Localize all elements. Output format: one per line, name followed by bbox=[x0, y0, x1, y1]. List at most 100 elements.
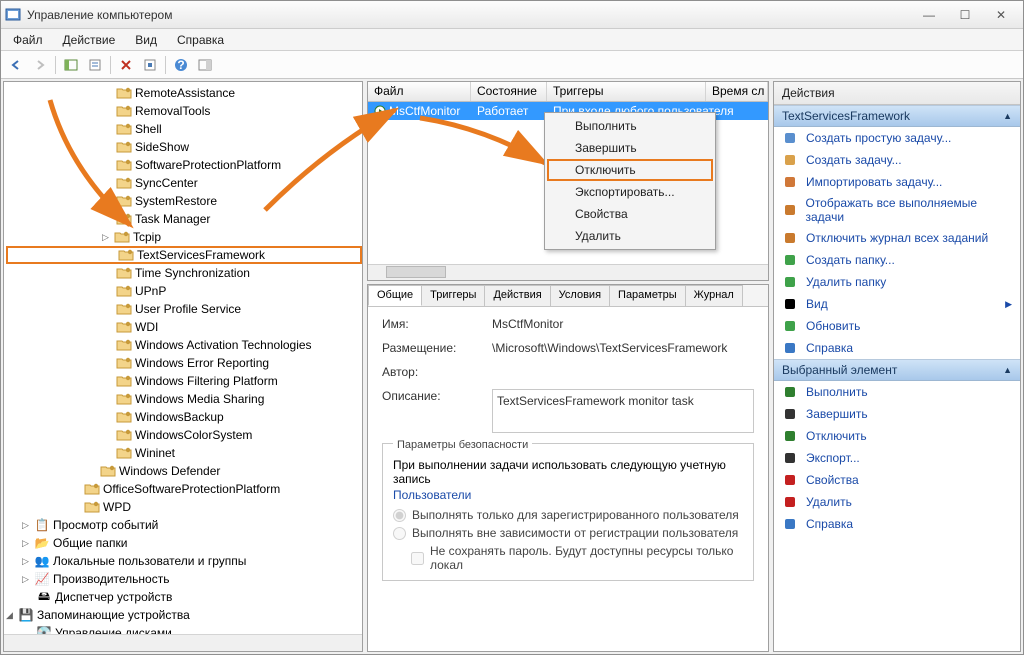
btn-delete[interactable] bbox=[115, 54, 137, 76]
tree-item[interactable]: SoftwareProtectionPlatform bbox=[6, 156, 362, 174]
nav-fwd-button[interactable] bbox=[29, 54, 51, 76]
tree-item[interactable]: Time Synchronization bbox=[6, 264, 362, 282]
action-item[interactable]: Удалить папку bbox=[774, 271, 1020, 293]
task-state: Работает bbox=[471, 104, 547, 118]
tree-item[interactable]: RemovalTools bbox=[6, 102, 362, 120]
action-item[interactable]: Справка bbox=[774, 337, 1020, 359]
btn-props[interactable] bbox=[84, 54, 106, 76]
action-item[interactable]: Удалить bbox=[774, 491, 1020, 513]
action-item[interactable]: Вид▶ bbox=[774, 293, 1020, 315]
tree-item[interactable]: RemoteAssistance bbox=[6, 84, 362, 102]
action-item[interactable]: Отключить bbox=[774, 425, 1020, 447]
tab-settings[interactable]: Параметры bbox=[609, 285, 686, 306]
action-item[interactable]: Справка bbox=[774, 513, 1020, 535]
ctx-disable[interactable]: Отключить bbox=[547, 159, 713, 181]
action-label: Создать простую задачу... bbox=[806, 131, 951, 145]
action-item[interactable]: Экспорт... bbox=[774, 447, 1020, 469]
menu-view[interactable]: Вид bbox=[127, 31, 165, 49]
action-item[interactable]: Обновить bbox=[774, 315, 1020, 337]
action-item[interactable]: Завершить bbox=[774, 403, 1020, 425]
label-name: Имя: bbox=[382, 317, 492, 331]
action-label: Свойства bbox=[806, 473, 859, 487]
list-hscroll[interactable] bbox=[368, 264, 768, 280]
tree-item[interactable]: ▷📈Производительность bbox=[6, 570, 362, 588]
action-icon bbox=[782, 472, 798, 488]
action-icon bbox=[782, 318, 798, 334]
tree-item[interactable]: SystemRestore bbox=[6, 192, 362, 210]
action-icon bbox=[782, 450, 798, 466]
radio-logged-on[interactable]: Выполнять только для зарегистрированного… bbox=[393, 508, 743, 522]
check-nopass[interactable]: Не сохранять пароль. Будут доступны ресу… bbox=[393, 544, 743, 572]
btn-export[interactable] bbox=[139, 54, 161, 76]
tree-item[interactable]: WindowsColorSystem bbox=[6, 426, 362, 444]
tree-item[interactable]: SideShow bbox=[6, 138, 362, 156]
task-name: MsCtfMonitor bbox=[389, 104, 460, 118]
action-item[interactable]: Выполнить bbox=[774, 381, 1020, 403]
actions-group-selected[interactable]: Выбранный элемент▲ bbox=[774, 359, 1020, 381]
ctx-delete[interactable]: Удалить bbox=[547, 225, 713, 247]
action-item[interactable]: Свойства bbox=[774, 469, 1020, 491]
actions-group-context[interactable]: TextServicesFramework▲ bbox=[774, 105, 1020, 127]
minimize-button[interactable]: — bbox=[911, 4, 947, 26]
close-button[interactable]: ✕ bbox=[983, 4, 1019, 26]
col-state[interactable]: Состояние bbox=[471, 82, 547, 101]
tree-item[interactable]: WPD bbox=[6, 498, 362, 516]
ctx-run[interactable]: Выполнить bbox=[547, 115, 713, 137]
tree-item[interactable]: Windows Filtering Platform bbox=[6, 372, 362, 390]
tree-item[interactable]: Windows Activation Technologies bbox=[6, 336, 362, 354]
maximize-button[interactable]: ☐ bbox=[947, 4, 983, 26]
action-item[interactable]: Создать папку... bbox=[774, 249, 1020, 271]
menu-action[interactable]: Действие bbox=[55, 31, 124, 49]
tree-item[interactable]: 🖴Диспетчер устройств bbox=[6, 588, 362, 606]
tree-item[interactable]: ▷👥Локальные пользователи и группы bbox=[6, 552, 362, 570]
col-time[interactable]: Время сл bbox=[706, 82, 768, 101]
tab-conditions[interactable]: Условия bbox=[550, 285, 610, 306]
tree-label: SoftwareProtectionPlatform bbox=[135, 158, 281, 172]
ctx-properties[interactable]: Свойства bbox=[547, 203, 713, 225]
tree-item[interactable]: TextServicesFramework bbox=[6, 246, 362, 264]
menu-help[interactable]: Справка bbox=[169, 31, 232, 49]
tree-label: OfficeSoftwareProtectionPlatform bbox=[103, 482, 280, 496]
tree-item[interactable]: Windows Media Sharing bbox=[6, 390, 362, 408]
btn-help[interactable]: ? bbox=[170, 54, 192, 76]
tab-triggers[interactable]: Триггеры bbox=[421, 285, 485, 306]
action-item[interactable]: Отключить журнал всех заданий bbox=[774, 227, 1020, 249]
menu-file[interactable]: Файл bbox=[5, 31, 51, 49]
actions-pane: Действия TextServicesFramework▲ Создать … bbox=[773, 81, 1021, 652]
ctx-end[interactable]: Завершить bbox=[547, 137, 713, 159]
tree-item[interactable]: SyncCenter bbox=[6, 174, 362, 192]
tree-item[interactable]: Windows Error Reporting bbox=[6, 354, 362, 372]
tree-item[interactable]: WDI bbox=[6, 318, 362, 336]
tab-actions[interactable]: Действия bbox=[484, 285, 550, 306]
btn-tree[interactable] bbox=[60, 54, 82, 76]
tree-item[interactable]: Windows Defender bbox=[6, 462, 362, 480]
btn-panel[interactable] bbox=[194, 54, 216, 76]
tree-item[interactable]: WindowsBackup bbox=[6, 408, 362, 426]
tree-item[interactable]: User Profile Service bbox=[6, 300, 362, 318]
tree-item[interactable]: OfficeSoftwareProtectionPlatform bbox=[6, 480, 362, 498]
col-file[interactable]: Файл bbox=[368, 82, 471, 101]
tree-item[interactable]: Wininet bbox=[6, 444, 362, 462]
tree-item[interactable]: Shell bbox=[6, 120, 362, 138]
label-author: Автор: bbox=[382, 365, 492, 379]
tree-item[interactable]: 💽Управление дисками bbox=[6, 624, 362, 634]
node-icon: 🖴 bbox=[36, 589, 52, 605]
action-item[interactable]: Импортировать задачу... bbox=[774, 171, 1020, 193]
tree-item[interactable]: Task Manager bbox=[6, 210, 362, 228]
action-item[interactable]: Отображать все выполняемые задачи bbox=[774, 193, 1020, 227]
tree-item[interactable]: ▷📂Общие папки bbox=[6, 534, 362, 552]
radio-any[interactable]: Выполнять вне зависимости от регистрации… bbox=[393, 526, 743, 540]
tab-general[interactable]: Общие bbox=[368, 285, 422, 306]
col-triggers[interactable]: Триггеры bbox=[547, 82, 706, 101]
tree-item[interactable]: UPnP bbox=[6, 282, 362, 300]
action-item[interactable]: Создать задачу... bbox=[774, 149, 1020, 171]
tree-hscroll[interactable] bbox=[4, 634, 362, 651]
tree-item[interactable]: ▷📋Просмотр событий bbox=[6, 516, 362, 534]
tab-history[interactable]: Журнал bbox=[685, 285, 743, 306]
tree-item[interactable]: ▷Tcpip bbox=[6, 228, 362, 246]
action-item[interactable]: Создать простую задачу... bbox=[774, 127, 1020, 149]
node-icon: 📋 bbox=[34, 517, 50, 533]
nav-back-button[interactable] bbox=[5, 54, 27, 76]
ctx-export[interactable]: Экспортировать... bbox=[547, 181, 713, 203]
tree-item[interactable]: ◢💾Запоминающие устройства bbox=[6, 606, 362, 624]
